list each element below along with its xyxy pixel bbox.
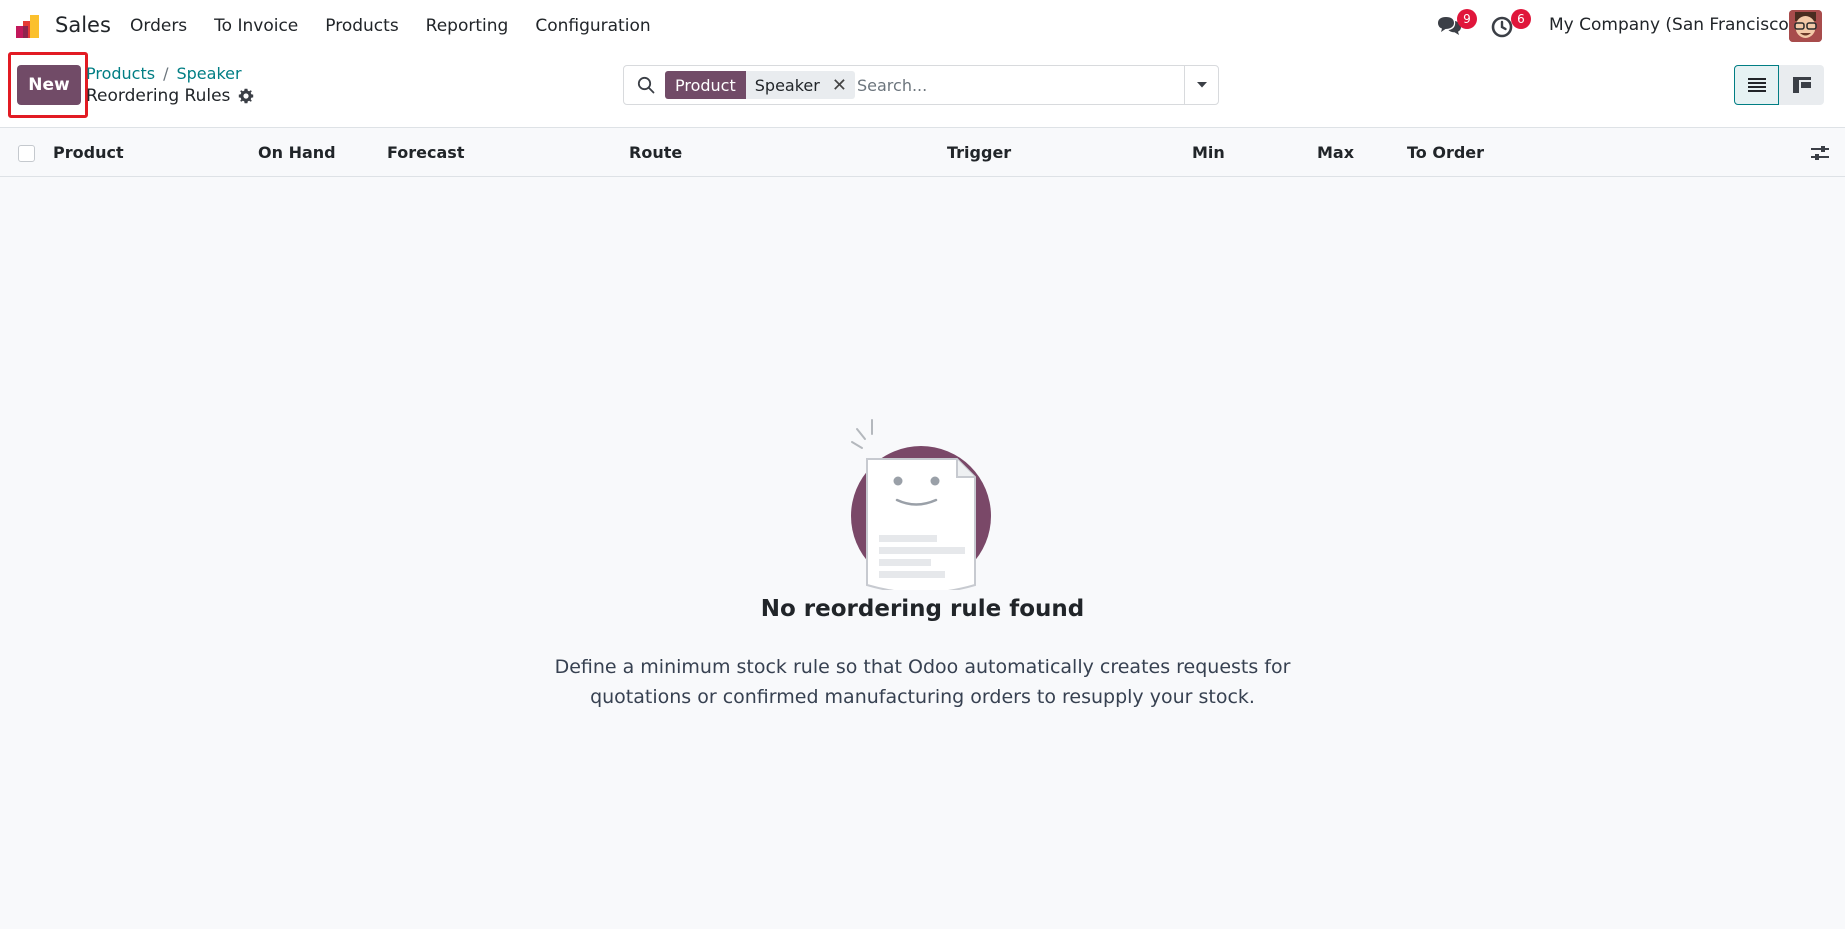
column-header-product[interactable]: Product (53, 143, 124, 162)
breadcrumb: Products / Speaker (86, 64, 242, 83)
messages-button[interactable]: 9 (1437, 9, 1477, 40)
caret-down-icon (1197, 82, 1207, 88)
main-menu: Orders To Invoice Products Reporting Con… (130, 0, 678, 52)
menu-item-orders[interactable]: Orders (130, 16, 187, 36)
search-input[interactable] (857, 72, 1177, 99)
kanban-view-icon (1792, 77, 1811, 93)
column-header-max[interactable]: Max (1317, 143, 1354, 162)
empty-state-title: No reordering rule found (760, 596, 1085, 622)
optional-columns-icon[interactable] (1810, 143, 1830, 163)
search-icon[interactable] (637, 76, 655, 94)
menu-item-to-invoice[interactable]: To Invoice (214, 16, 298, 36)
company-switcher[interactable]: My Company (San Francisco) (1549, 15, 1795, 35)
close-icon[interactable]: ✕ (832, 75, 847, 96)
column-header-min[interactable]: Min (1192, 143, 1225, 162)
list-header: Product On Hand Forecast Route Trigger M… (0, 129, 1845, 177)
facet-value-wrap: Speaker ✕ (745, 71, 855, 99)
menu-item-configuration[interactable]: Configuration (535, 16, 650, 36)
new-button[interactable]: New (17, 65, 81, 105)
select-all-checkbox[interactable] (18, 145, 35, 162)
empty-folder-illustration (851, 419, 991, 590)
facet-label: Product (665, 71, 746, 99)
empty-state-text-line-2: quotations or confirmed manufacturing or… (590, 686, 1255, 708)
search-options-toggle[interactable] (1184, 66, 1219, 104)
gear-icon[interactable] (238, 88, 254, 104)
search-bar: Product Speaker ✕ (623, 65, 1219, 105)
activities-count-badge: 6 (1511, 9, 1531, 29)
breadcrumb-products[interactable]: Products (86, 64, 155, 83)
column-header-forecast[interactable]: Forecast (387, 143, 464, 162)
column-header-route[interactable]: Route (629, 143, 682, 162)
list-view-icon (1747, 78, 1766, 92)
menu-item-products[interactable]: Products (325, 16, 398, 36)
facet-value: Speaker (754, 75, 820, 95)
view-switcher (1734, 65, 1824, 105)
breadcrumb-separator: / (163, 64, 169, 83)
user-avatar[interactable] (1789, 10, 1822, 42)
empty-state-text: Define a minimum stock rule so that Odoo… (0, 652, 1845, 712)
search-facet: Product Speaker ✕ (665, 71, 855, 99)
page-title-row: Reordering Rules (86, 86, 254, 106)
list-view-button[interactable] (1734, 65, 1779, 105)
app-name[interactable]: Sales (55, 13, 111, 37)
top-navbar: Sales Orders To Invoice Products Reporti… (0, 0, 1845, 52)
breadcrumb-speaker[interactable]: Speaker (176, 64, 241, 83)
sales-app-icon[interactable] (14, 13, 44, 39)
empty-state-text-line-1: Define a minimum stock rule so that Odoo… (554, 656, 1291, 678)
menu-item-reporting[interactable]: Reporting (426, 16, 509, 36)
column-header-to-order[interactable]: To Order (1407, 143, 1484, 162)
messages-count-badge: 9 (1457, 9, 1477, 29)
column-header-trigger[interactable]: Trigger (947, 143, 1011, 162)
avatar-image (1789, 10, 1822, 42)
column-header-on-hand[interactable]: On Hand (258, 143, 336, 162)
activities-button[interactable]: 6 (1491, 9, 1531, 40)
kanban-view-button[interactable] (1779, 65, 1824, 105)
page-title: Reordering Rules (86, 86, 231, 106)
